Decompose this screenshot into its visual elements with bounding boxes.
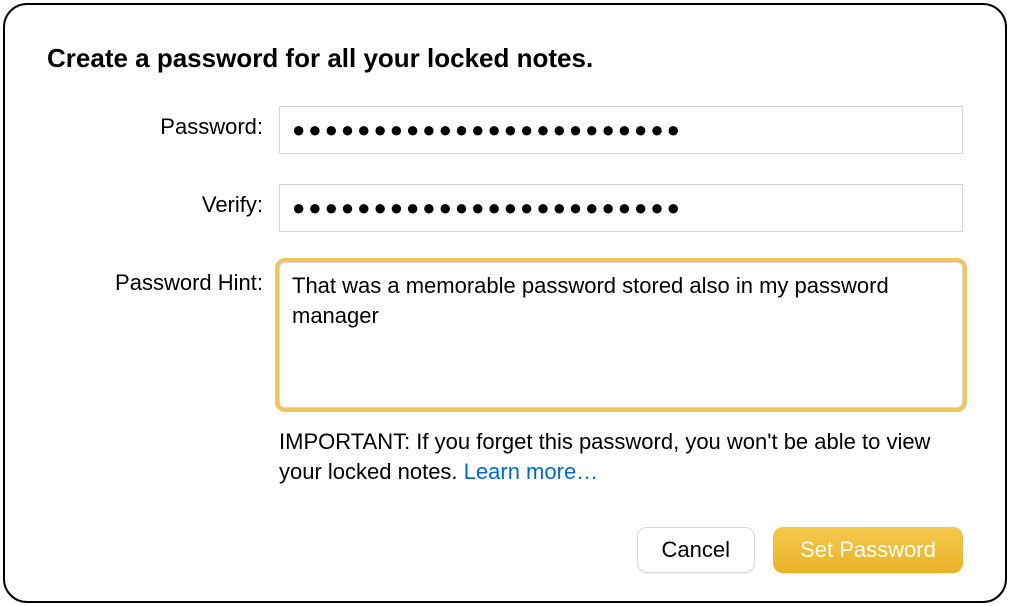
- button-row: Cancel Set Password: [637, 527, 963, 573]
- password-input[interactable]: [279, 106, 963, 154]
- hint-textarea[interactable]: [279, 262, 963, 408]
- hint-row: Password Hint:: [47, 262, 963, 413]
- important-row: IMPORTANT: If you forget this password, …: [47, 427, 963, 486]
- verify-input[interactable]: [279, 184, 963, 232]
- password-dialog: Create a password for all your locked no…: [3, 3, 1007, 603]
- hint-label: Password Hint:: [47, 262, 279, 296]
- password-row: Password:: [47, 106, 963, 154]
- dialog-title: Create a password for all your locked no…: [47, 43, 963, 74]
- learn-more-link[interactable]: Learn more…: [464, 459, 599, 484]
- verify-row: Verify:: [47, 184, 963, 232]
- important-text: IMPORTANT: If you forget this password, …: [279, 427, 963, 486]
- cancel-button[interactable]: Cancel: [637, 527, 755, 573]
- important-message: IMPORTANT: If you forget this password, …: [279, 429, 930, 484]
- set-password-button[interactable]: Set Password: [773, 527, 963, 573]
- password-label: Password:: [47, 106, 279, 140]
- verify-label: Verify:: [47, 184, 279, 218]
